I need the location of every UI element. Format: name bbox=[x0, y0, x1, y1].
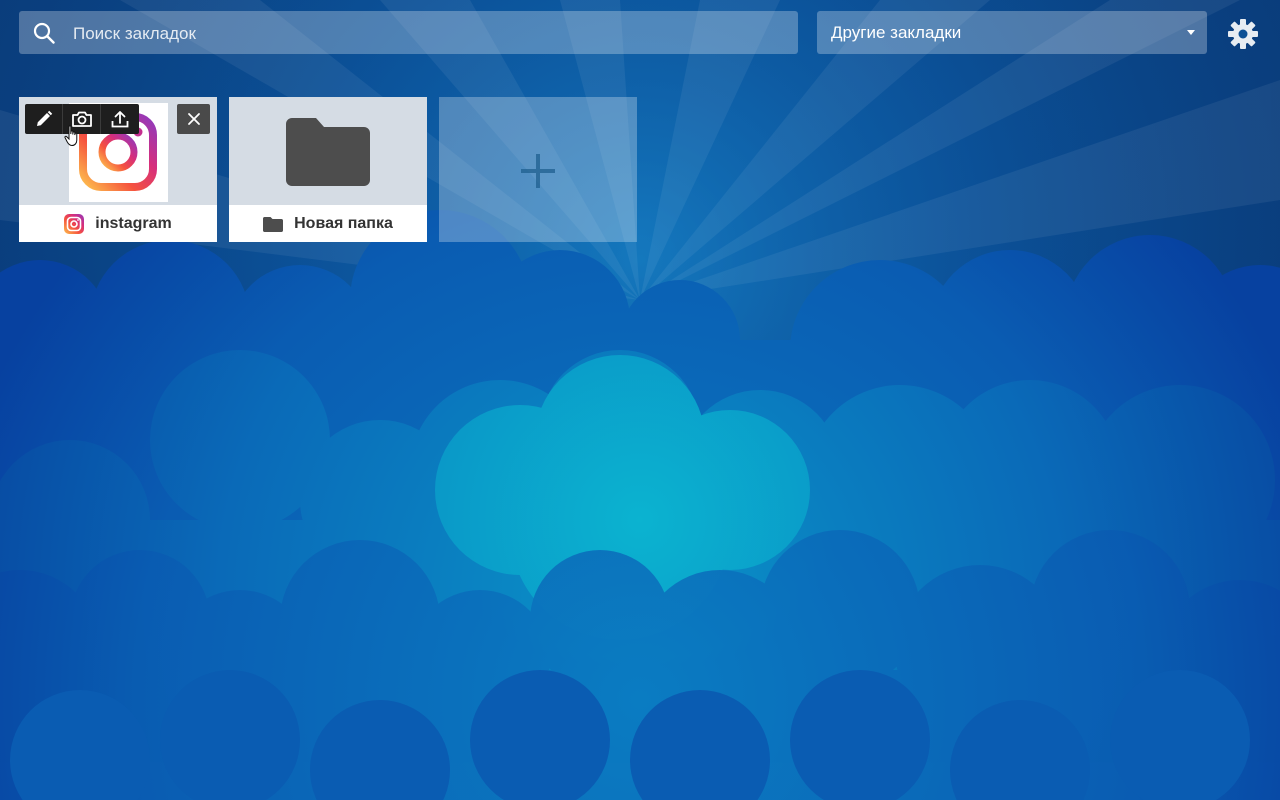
tile-title: instagram bbox=[95, 214, 172, 232]
tile-title: Новая папка bbox=[294, 214, 393, 232]
hand-cursor-icon bbox=[64, 125, 78, 147]
new-tab-page: Другие закладки bbox=[0, 0, 1280, 800]
tile-caption[interactable]: Новая папка bbox=[229, 205, 427, 242]
plus-icon bbox=[521, 154, 555, 188]
tile-caption[interactable]: instagram bbox=[19, 205, 217, 242]
bookmarks-folder-select[interactable]: Другие закладки bbox=[817, 11, 1207, 54]
upload-icon bbox=[111, 111, 129, 128]
search-icon bbox=[33, 22, 55, 44]
bookmark-tile-instagram[interactable]: instagram bbox=[19, 97, 217, 242]
tile-thumbnail[interactable] bbox=[229, 97, 427, 205]
folder-select-value: Другие закладки bbox=[831, 23, 962, 42]
edit-button[interactable] bbox=[25, 104, 63, 134]
folder-icon bbox=[286, 118, 370, 186]
bookmark-tile-folder[interactable]: Новая папка bbox=[229, 97, 427, 242]
chevron-down-icon bbox=[1187, 30, 1195, 35]
folder-small-icon bbox=[263, 216, 284, 232]
remove-tile-button[interactable] bbox=[177, 104, 210, 134]
tile-toolbar bbox=[25, 104, 139, 134]
tile-thumbnail[interactable] bbox=[19, 97, 217, 205]
gear-icon[interactable] bbox=[1227, 18, 1259, 50]
pencil-icon bbox=[36, 110, 52, 126]
add-bookmark-tile[interactable] bbox=[439, 97, 637, 242]
search-box[interactable] bbox=[19, 11, 798, 56]
close-icon bbox=[187, 113, 200, 125]
instagram-favicon-icon bbox=[64, 213, 85, 234]
search-input[interactable] bbox=[71, 11, 775, 56]
upload-image-button[interactable] bbox=[101, 104, 139, 134]
